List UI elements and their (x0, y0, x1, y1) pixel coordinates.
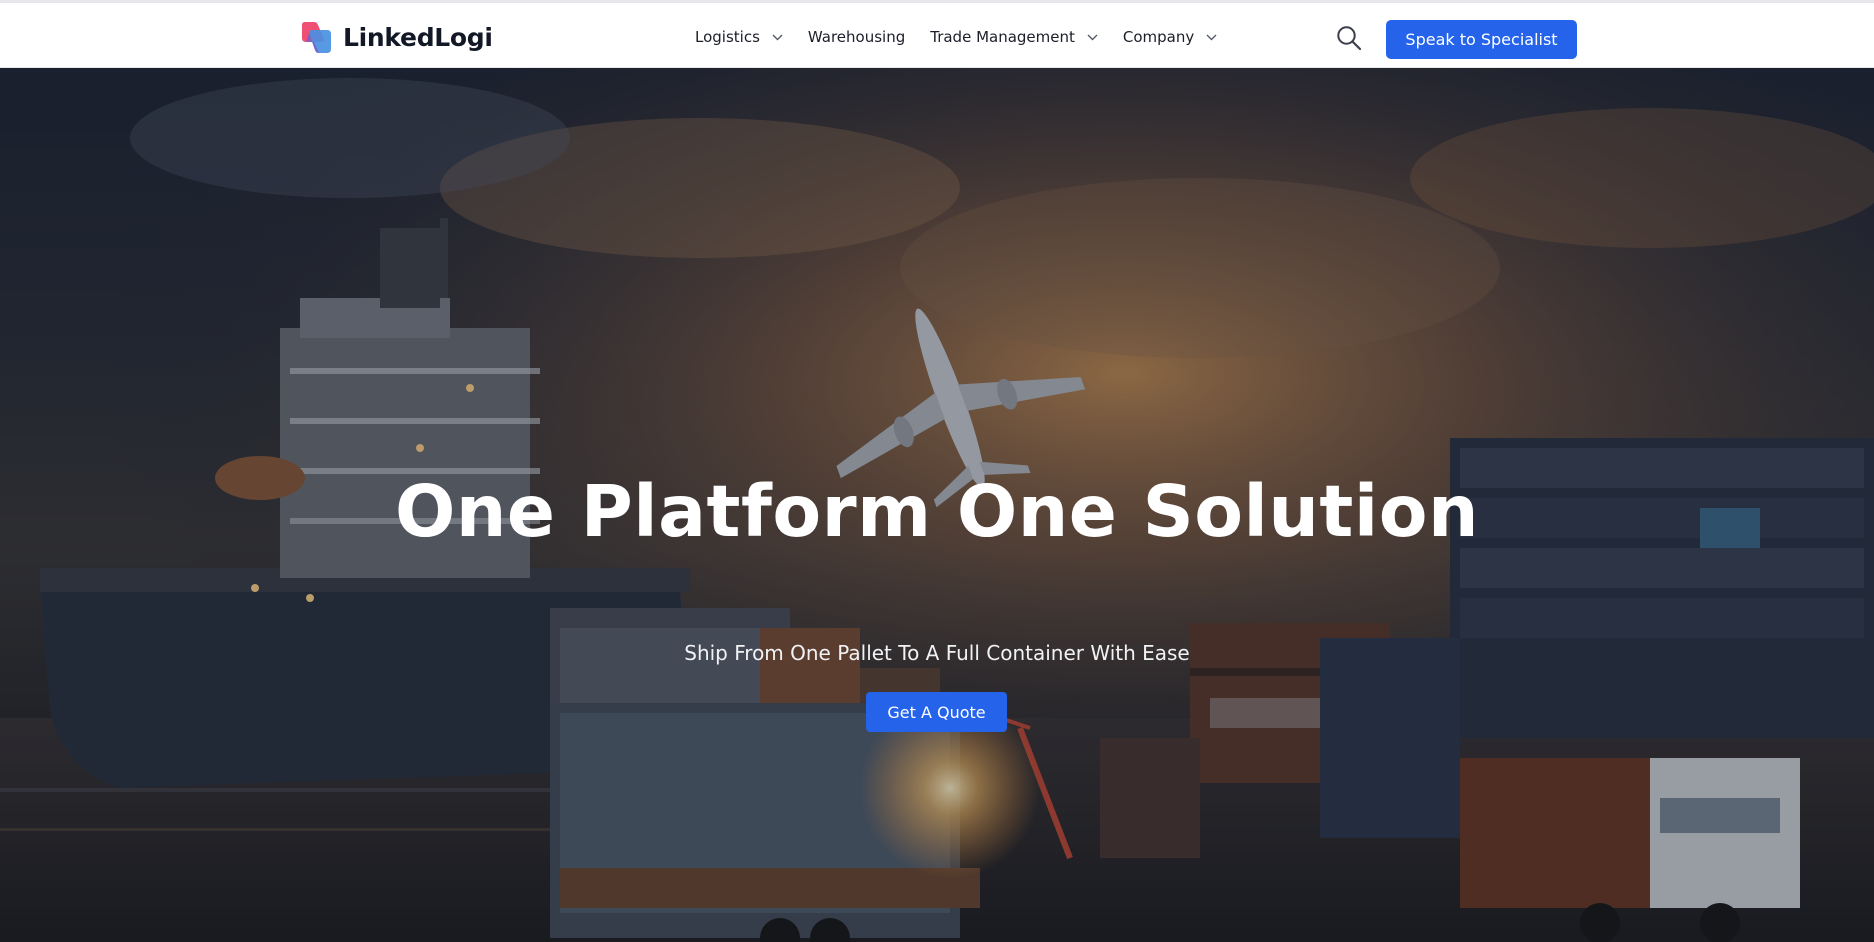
linkedlogi-logo-icon (302, 21, 331, 53)
chevron-down-icon (772, 34, 783, 40)
search-icon[interactable] (1336, 25, 1362, 51)
chevron-down-icon (1206, 34, 1217, 40)
hero-title: One Platform One Solution (394, 470, 1480, 553)
nav-item-logistics[interactable]: Logistics (695, 28, 783, 46)
nav-item-trade-management[interactable]: Trade Management (930, 28, 1098, 46)
nav-item-label: Logistics (695, 28, 760, 46)
chevron-down-icon (1087, 34, 1098, 40)
nav-item-label: Trade Management (930, 28, 1075, 46)
main-nav: Logistics Warehousing Trade Management C… (695, 21, 1242, 53)
brand-logo-link[interactable]: LinkedLogi (300, 19, 493, 55)
hero-section: One Platform One Solution Ship From One … (0, 68, 1874, 942)
nav-item-label: Warehousing (807, 28, 906, 46)
brand-name: LinkedLogi (343, 22, 493, 52)
nav-item-company[interactable]: Company (1123, 28, 1217, 46)
get-a-quote-button[interactable]: Get A Quote (866, 692, 1007, 732)
nav-item-warehousing[interactable]: Warehousing (808, 28, 905, 46)
hero-subtitle: Ship From One Pallet To A Full Container… (684, 641, 1190, 665)
nav-item-label: Company (1122, 28, 1195, 46)
site-header: LinkedLogi Logistics Warehousing Trade M… (0, 3, 1874, 68)
speak-to-specialist-button[interactable]: Speak to Specialist (1386, 20, 1577, 59)
